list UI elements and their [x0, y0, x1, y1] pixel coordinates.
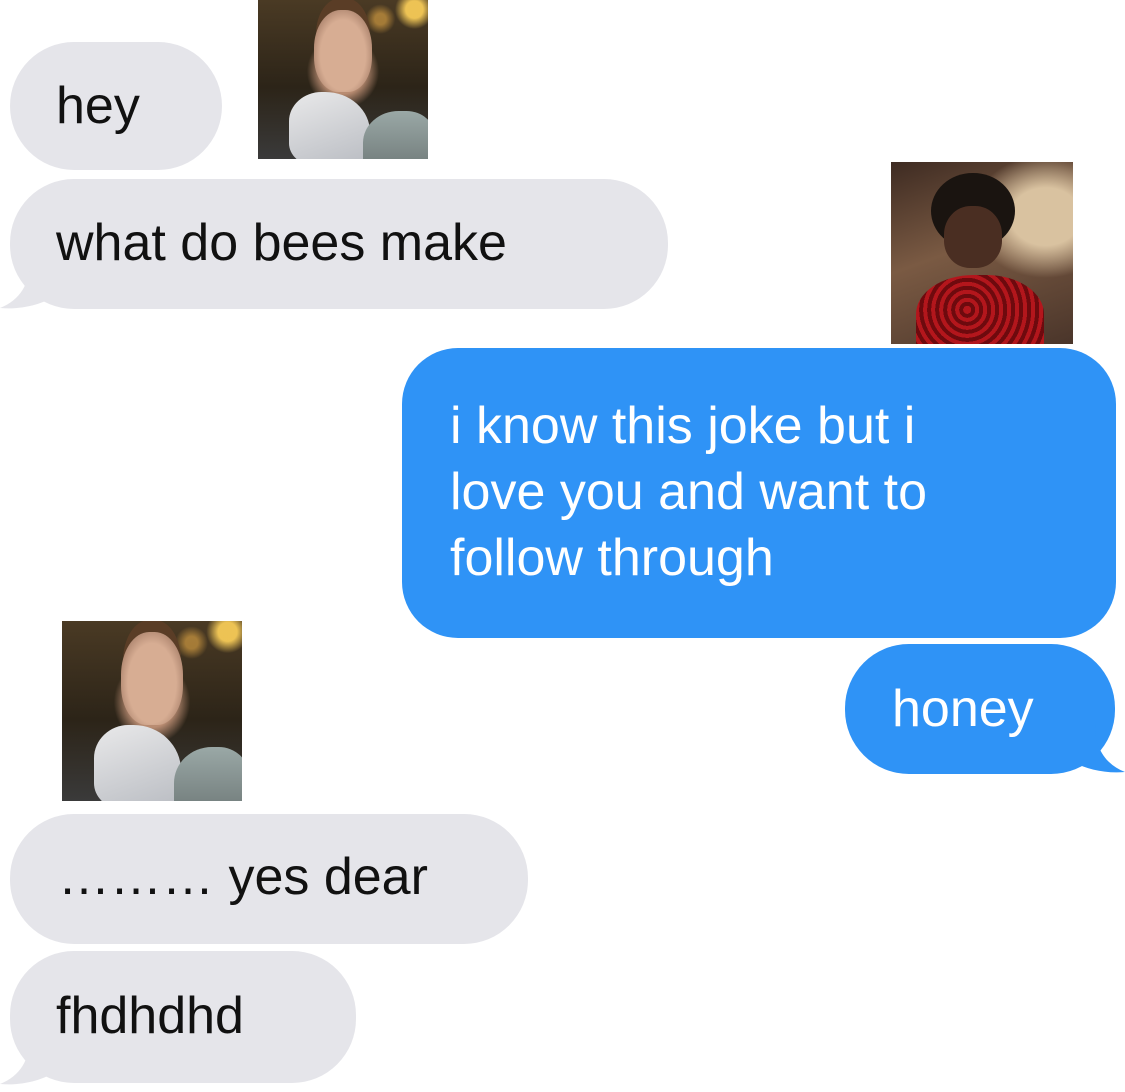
message-text-line: i know this joke but i [450, 397, 916, 455]
message-bubble-received[interactable]: what do bees make [10, 179, 668, 309]
message-text: ……… yes dear [58, 848, 428, 906]
reaction-photo[interactable] [258, 0, 428, 159]
photo-subject [121, 631, 183, 726]
message-text-line: love you and want to [450, 463, 927, 521]
reaction-photo[interactable] [62, 621, 242, 801]
photo-detail [173, 747, 242, 801]
photo-detail [916, 274, 1044, 344]
photo-subject [314, 9, 372, 93]
photo-subject [943, 205, 1002, 268]
bubble-tail-received [0, 1036, 58, 1085]
reaction-photo[interactable] [891, 162, 1073, 344]
photo-detail [288, 92, 371, 159]
message-bubble-sent[interactable]: i know this joke but i love you and want… [402, 348, 1116, 638]
message-bubble-received[interactable]: ……… yes dear [10, 814, 528, 944]
message-text: hey [56, 77, 140, 135]
message-bubble-received[interactable]: fhdhdhd [10, 951, 356, 1083]
message-bubble-received[interactable]: hey [10, 42, 222, 170]
message-text: what do bees make [56, 214, 507, 272]
bubble-tail-received [0, 260, 58, 309]
message-text: fhdhdhd [56, 987, 244, 1045]
bubble-tail-sent [1067, 724, 1125, 773]
message-text: honey [892, 680, 1034, 738]
message-text-line: follow through [450, 529, 774, 587]
photo-detail [363, 111, 428, 159]
photo-detail [94, 725, 181, 801]
